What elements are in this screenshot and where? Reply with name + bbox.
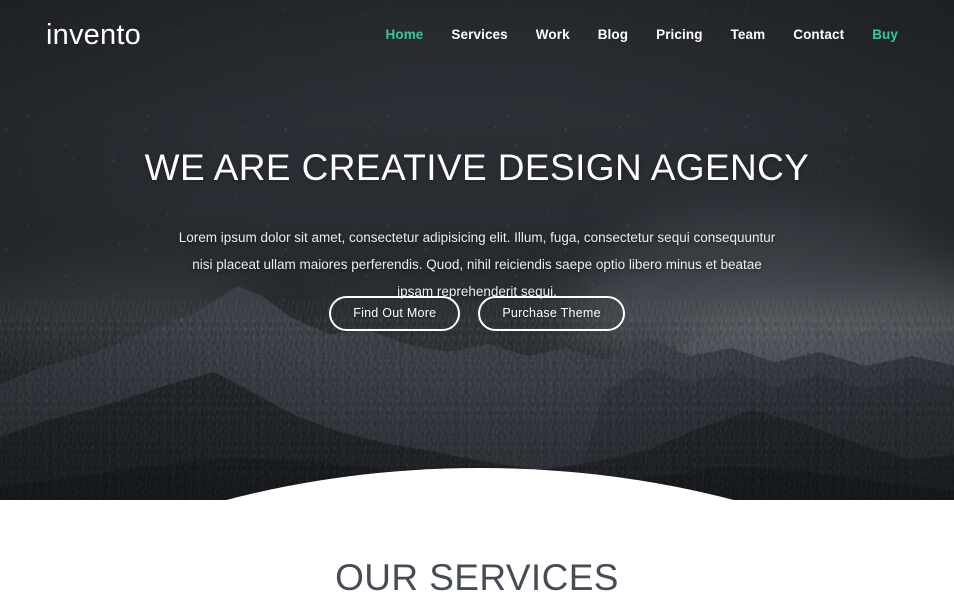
find-out-more-button[interactable]: Find Out More (329, 296, 461, 331)
nav-item-team[interactable]: Team (731, 28, 766, 42)
site-header: invento Home Services Work Blog Pricing … (0, 0, 954, 70)
hero-section: invento Home Services Work Blog Pricing … (0, 0, 954, 540)
hero-button-group: Find Out More Purchase Theme (0, 296, 954, 331)
page-root: invento Home Services Work Blog Pricing … (0, 0, 954, 600)
nav-item-contact[interactable]: Contact (793, 28, 844, 42)
nav-item-work[interactable]: Work (536, 28, 570, 42)
services-section: OUR SERVICES (0, 500, 954, 600)
nav-item-services[interactable]: Services (451, 28, 507, 42)
nav-item-pricing[interactable]: Pricing (656, 28, 702, 42)
hero-subtitle: Lorem ipsum dolor sit amet, consectetur … (178, 230, 776, 299)
nav-item-buy[interactable]: Buy (872, 28, 898, 42)
main-navigation: Home Services Work Blog Pricing Team Con… (386, 28, 899, 42)
nav-item-blog[interactable]: Blog (598, 28, 628, 42)
purchase-theme-button[interactable]: Purchase Theme (478, 296, 625, 331)
nav-item-home[interactable]: Home (386, 28, 424, 42)
site-logo[interactable]: invento (46, 20, 141, 50)
services-heading: OUR SERVICES (335, 557, 619, 598)
hero-heading: WE ARE CREATIVE DESIGN AGENCY (144, 147, 810, 188)
